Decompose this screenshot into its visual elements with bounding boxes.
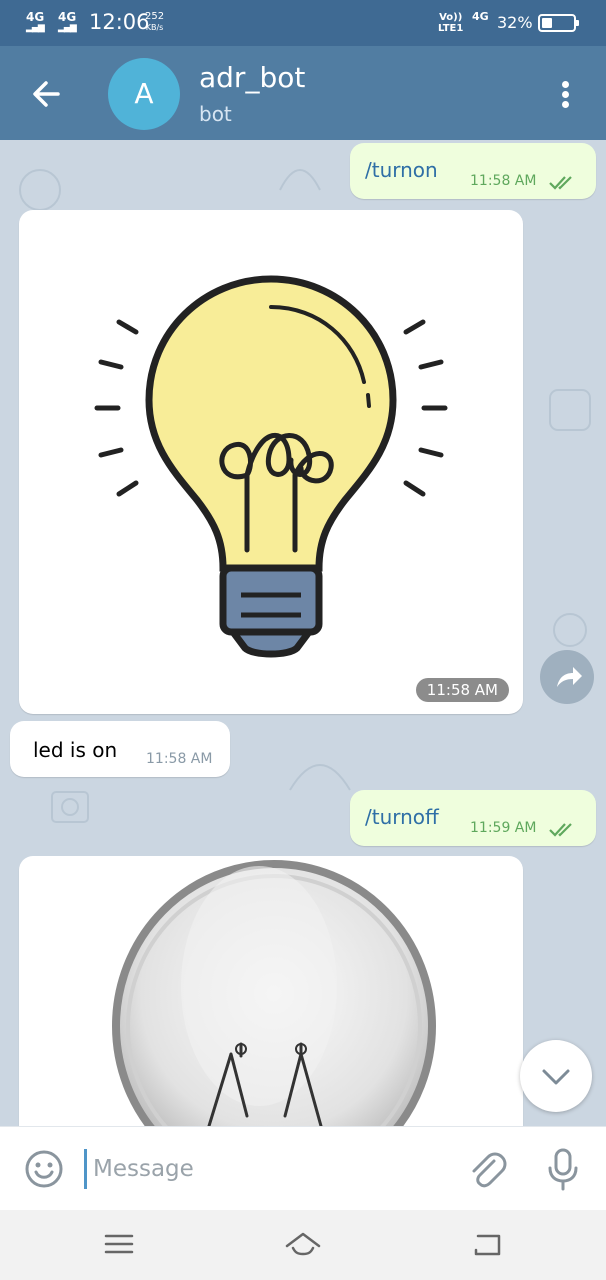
hamburger-icon	[104, 1234, 134, 1254]
sim2-signal: 4G ▂▄▆	[58, 10, 77, 34]
arrow-left-icon	[33, 81, 60, 107]
message-input[interactable]	[84, 1149, 444, 1189]
background-doodle	[289, 764, 351, 791]
network-speed-value: 252	[145, 11, 165, 22]
chat-header: A adr_bot bot	[0, 46, 606, 140]
battery-percent: 32%	[497, 13, 533, 32]
back-icon	[474, 1234, 501, 1256]
battery-icon	[538, 14, 579, 32]
voice-record-button[interactable]	[543, 1147, 583, 1191]
back-button[interactable]	[22, 70, 70, 118]
signal-icon: ▂▄▆	[58, 23, 77, 33]
background-doodle	[279, 169, 321, 191]
photo-message[interactable]	[19, 856, 523, 1126]
lte-label: LTE1	[438, 23, 464, 34]
volte-label: Vo))	[439, 12, 463, 23]
double-check-icon	[549, 823, 572, 837]
paperclip-icon	[472, 1152, 507, 1188]
status-bar: 4G ▂▄▆ 4G ▂▄▆ 12:06 252 KB/s Vo)) LTE1 4…	[0, 0, 606, 46]
message-text: /turnoff	[365, 805, 439, 829]
sim2-label: 4G	[58, 10, 77, 24]
sim1-label: 4G	[26, 10, 45, 24]
chat-history[interactable]: /turnon 11:58 AM 11:58 AM led is on 11:5…	[0, 140, 606, 1126]
nav-home-button[interactable]	[283, 1226, 323, 1262]
more-options-button[interactable]	[545, 74, 585, 114]
network-speed: 252 KB/s	[145, 11, 164, 33]
chevron-down-icon	[542, 1069, 570, 1085]
chat-title[interactable]: adr_bot	[199, 61, 305, 94]
message-time: 11:58 AM	[146, 751, 213, 767]
share-button[interactable]	[540, 650, 594, 704]
attach-button[interactable]	[464, 1147, 508, 1191]
message-time: 11:58 AM	[470, 173, 537, 189]
lit-bulb-image	[94, 275, 448, 658]
more-vertical-icon	[562, 81, 569, 88]
more-vertical-icon-dot	[562, 91, 569, 98]
network-speed-unit: KB/s	[145, 23, 164, 32]
signal-icon: ▂▄▆	[26, 23, 45, 33]
chat-subtitle: bot	[199, 102, 232, 126]
nav-menu-button[interactable]	[99, 1226, 139, 1262]
emoji-button[interactable]	[24, 1149, 64, 1189]
message-text: /turnon	[365, 158, 438, 182]
message-bubble-outgoing[interactable]: /turnoff 11:59 AM	[350, 790, 596, 846]
message-bubble-outgoing[interactable]: /turnon 11:58 AM	[350, 143, 596, 199]
nav-back-button[interactable]	[467, 1226, 507, 1262]
data-type-indicator: 4G	[472, 10, 489, 23]
unlit-bulb-image	[112, 860, 436, 1126]
scroll-to-bottom-button[interactable]	[520, 1040, 592, 1112]
photo-message[interactable]: 11:58 AM	[19, 210, 523, 714]
message-bubble-incoming[interactable]: led is on 11:58 AM	[10, 721, 230, 777]
message-text: led is on	[33, 738, 118, 762]
system-nav-bar	[0, 1210, 606, 1280]
volte-indicator: Vo)) LTE1	[438, 12, 463, 34]
share-icon	[557, 667, 582, 687]
avatar[interactable]: A	[108, 58, 180, 130]
smiley-icon	[25, 1150, 63, 1188]
clock: 12:06	[89, 10, 150, 34]
microphone-icon	[548, 1148, 578, 1191]
message-composer	[0, 1126, 606, 1210]
message-time: 11:59 AM	[470, 820, 537, 836]
sim1-signal: 4G ▂▄▆	[26, 10, 45, 34]
background-doodle	[51, 791, 89, 823]
photo-time: 11:58 AM	[415, 678, 509, 702]
home-icon	[285, 1232, 321, 1256]
more-vertical-icon-dot	[562, 101, 569, 108]
double-check-icon	[549, 176, 572, 190]
background-doodle	[549, 389, 591, 431]
